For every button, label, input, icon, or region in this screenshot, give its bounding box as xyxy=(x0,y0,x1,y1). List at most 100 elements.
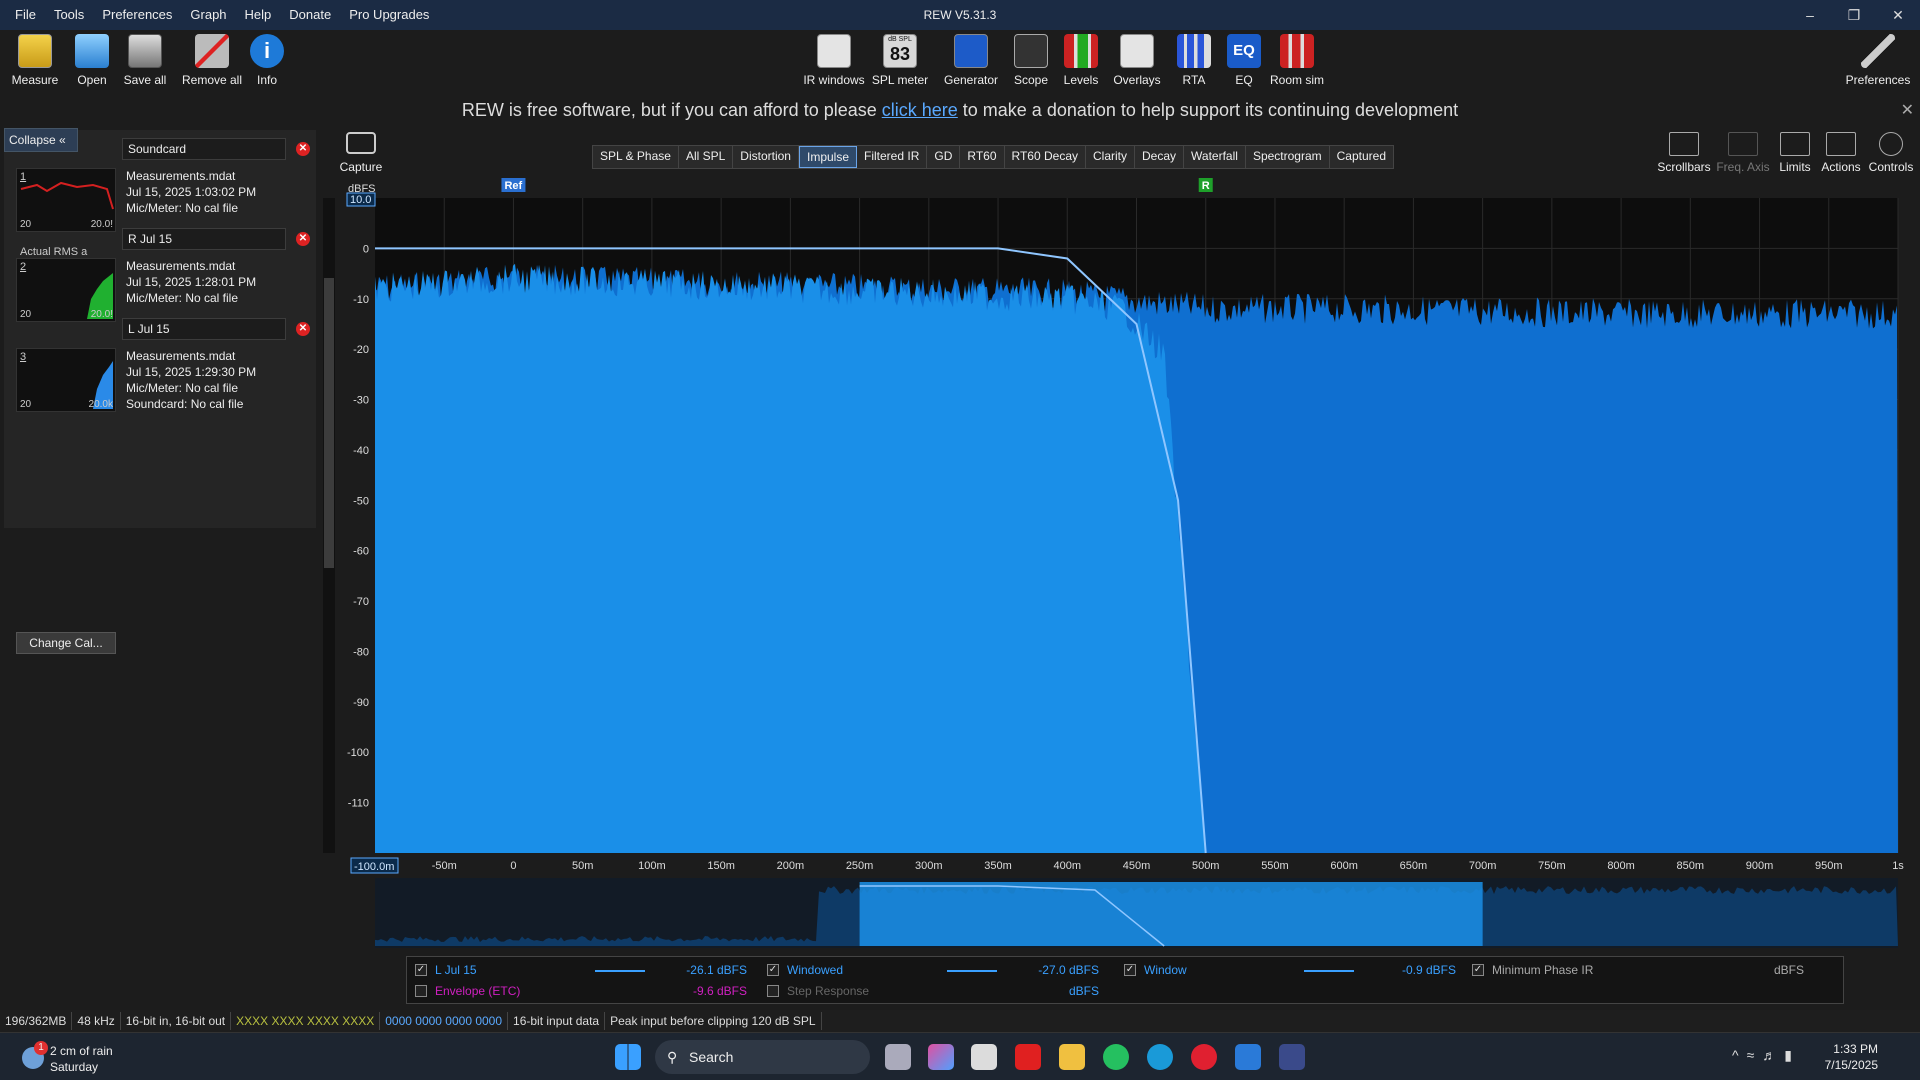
legend-line-sample xyxy=(595,970,645,972)
tab-impulse[interactable]: Impulse xyxy=(798,146,858,168)
menu-pro-upgrades[interactable]: Pro Upgrades xyxy=(340,0,438,30)
x-tick-label: 350m xyxy=(984,860,1012,872)
legend-value: -26.1 dBFS xyxy=(686,963,747,977)
tab-decay[interactable]: Decay xyxy=(1135,146,1185,168)
volume-icon[interactable]: ♬ xyxy=(1762,1047,1784,1063)
scrollbars-button[interactable]: Scrollbars xyxy=(1657,132,1711,174)
clock[interactable]: 1:33 PM 7/15/2025 xyxy=(1825,1041,1878,1073)
y-tick-label: 0 xyxy=(363,243,369,255)
x-tick-label: 250m xyxy=(846,860,874,872)
rew-app-icon[interactable] xyxy=(1279,1044,1305,1070)
menu-tools[interactable]: Tools xyxy=(45,0,93,30)
chevron-up-icon[interactable]: ^ xyxy=(1732,1047,1747,1063)
save-all-button[interactable]: Save all xyxy=(110,34,180,87)
legend-checkbox[interactable]: ✓ xyxy=(1124,964,1136,976)
collapse-button[interactable]: Collapse « xyxy=(4,128,78,152)
menu-preferences[interactable]: Preferences xyxy=(93,0,181,30)
menu-help[interactable]: Help xyxy=(236,0,281,30)
y-tick-label: -90 xyxy=(353,697,369,709)
ir-windows-button[interactable]: IR windows xyxy=(799,34,869,87)
restore-icon[interactable]: ❐ xyxy=(1832,0,1876,30)
tab-waterfall[interactable]: Waterfall xyxy=(1184,146,1246,168)
x-tick-label: 550m xyxy=(1261,860,1289,872)
x-tick-label: 900m xyxy=(1746,860,1774,872)
x-tick-label: 600m xyxy=(1330,860,1358,872)
file-explorer-icon[interactable] xyxy=(1059,1044,1085,1070)
legend-checkbox[interactable]: ✓ xyxy=(415,964,427,976)
taskbar-search[interactable]: ⚲ Search xyxy=(655,1040,870,1074)
opera-icon[interactable] xyxy=(1191,1044,1217,1070)
tab-rt60[interactable]: RT60 xyxy=(960,146,1005,168)
close-banner-icon[interactable]: ✕ xyxy=(1901,100,1914,120)
y-tick-label: -40 xyxy=(353,445,369,457)
preferences-label: Preferences xyxy=(1845,73,1911,87)
menu-donate[interactable]: Donate xyxy=(280,0,340,30)
legend-checkbox[interactable]: ✓ xyxy=(1472,964,1484,976)
x-tick-label: 100m xyxy=(638,860,666,872)
x-tick-label: 800m xyxy=(1607,860,1635,872)
status-input-bits: XXXX XXXX XXXX XXXX xyxy=(231,1012,381,1030)
legend-checkbox[interactable] xyxy=(415,985,427,997)
y-max-value: 10.0 xyxy=(350,194,371,206)
freq-axis-button[interactable]: Freq. Axis xyxy=(1716,132,1770,174)
legend-checkbox[interactable] xyxy=(767,985,779,997)
whatsapp-icon[interactable] xyxy=(1103,1044,1129,1070)
vscode-icon[interactable] xyxy=(1235,1044,1261,1070)
info-button[interactable]: i Info xyxy=(232,34,302,87)
spl-meter-button[interactable]: dB SPL 83 SPL meter xyxy=(865,34,935,87)
menu-file[interactable]: File xyxy=(6,0,45,30)
eq-label: EQ xyxy=(1235,73,1253,87)
y-tick-label: -50 xyxy=(353,495,369,507)
youtube-icon[interactable] xyxy=(1015,1044,1041,1070)
camera-icon xyxy=(346,132,376,154)
preferences-button[interactable]: Preferences xyxy=(1843,34,1913,87)
graph-tabs: SPL & Phase All SPL Distortion Impulse F… xyxy=(592,145,1395,169)
tab-captured[interactable]: Captured xyxy=(1330,146,1393,168)
legend-value: -9.6 dBFS xyxy=(692,984,747,998)
tab-distortion[interactable]: Distortion xyxy=(733,146,799,168)
tab-filtered-ir[interactable]: Filtered IR xyxy=(857,146,928,168)
impulse-graph[interactable]: 0 -10 -20 -30 -40 -50 -60 -70 -80 -90 -100 -110 -50… xyxy=(0,170,1920,950)
title-bar: File Tools Preferences Graph Help Donate… xyxy=(0,0,1920,30)
store-icon[interactable] xyxy=(971,1044,997,1070)
tab-gd[interactable]: GD xyxy=(927,146,961,168)
copilot-icon[interactable] xyxy=(928,1044,954,1070)
wifi-icon[interactable]: ≈ xyxy=(1747,1047,1763,1063)
room-sim-button[interactable]: Room sim xyxy=(1262,34,1332,87)
menu-graph[interactable]: Graph xyxy=(181,0,235,30)
edge-icon[interactable] xyxy=(1147,1044,1173,1070)
weather-widget[interactable]: 1 2 cm of rain Saturday xyxy=(22,1041,113,1075)
levels-label: Levels xyxy=(1063,73,1099,87)
tab-all-spl[interactable]: All SPL xyxy=(679,146,734,168)
task-view-icon[interactable] xyxy=(885,1044,911,1070)
system-tray[interactable]: ^≈♬▮ xyxy=(1732,1047,1800,1064)
levels-icon xyxy=(1064,34,1098,68)
info-icon: i xyxy=(250,34,284,68)
minimize-icon[interactable]: – xyxy=(1788,0,1832,30)
x-tick-label: 650m xyxy=(1400,860,1428,872)
tab-clarity[interactable]: Clarity xyxy=(1086,146,1136,168)
donate-text-before: REW is free software, but if you can aff… xyxy=(461,100,882,120)
legend-label: Windowed xyxy=(787,963,844,977)
x-min-value: -100.0m xyxy=(354,861,394,873)
ref-marker-label: Ref xyxy=(504,180,522,192)
controls-button[interactable]: Controls xyxy=(1864,132,1918,174)
windows-start-icon[interactable] xyxy=(615,1044,641,1070)
scrollbars-icon xyxy=(1669,132,1699,156)
battery-icon[interactable]: ▮ xyxy=(1784,1047,1800,1063)
eq-icon: EQ xyxy=(1227,34,1261,68)
donate-link[interactable]: click here xyxy=(882,100,958,120)
legend-checkbox[interactable]: ✓ xyxy=(767,964,779,976)
room-sim-icon xyxy=(1280,34,1314,68)
close-icon[interactable]: ✕ xyxy=(1876,0,1920,30)
tab-rt60-decay[interactable]: RT60 Decay xyxy=(1005,146,1086,168)
remove-measurement-icon[interactable]: ✕ xyxy=(296,142,310,156)
y-axis-ticks: 0 -10 -20 -30 -40 -50 -60 -70 -80 -90 -100 -110 xyxy=(347,243,369,809)
x-tick-label: 750m xyxy=(1538,860,1566,872)
series-l-jul-15 xyxy=(375,263,1206,853)
measurement-name-field[interactable]: Soundcard xyxy=(122,138,286,160)
tab-spectrogram[interactable]: Spectrogram xyxy=(1246,146,1330,168)
actions-button[interactable]: Actions xyxy=(1814,132,1868,174)
menu-bar: File Tools Preferences Graph Help Donate… xyxy=(6,0,438,30)
tab-spl-phase[interactable]: SPL & Phase xyxy=(593,146,679,168)
